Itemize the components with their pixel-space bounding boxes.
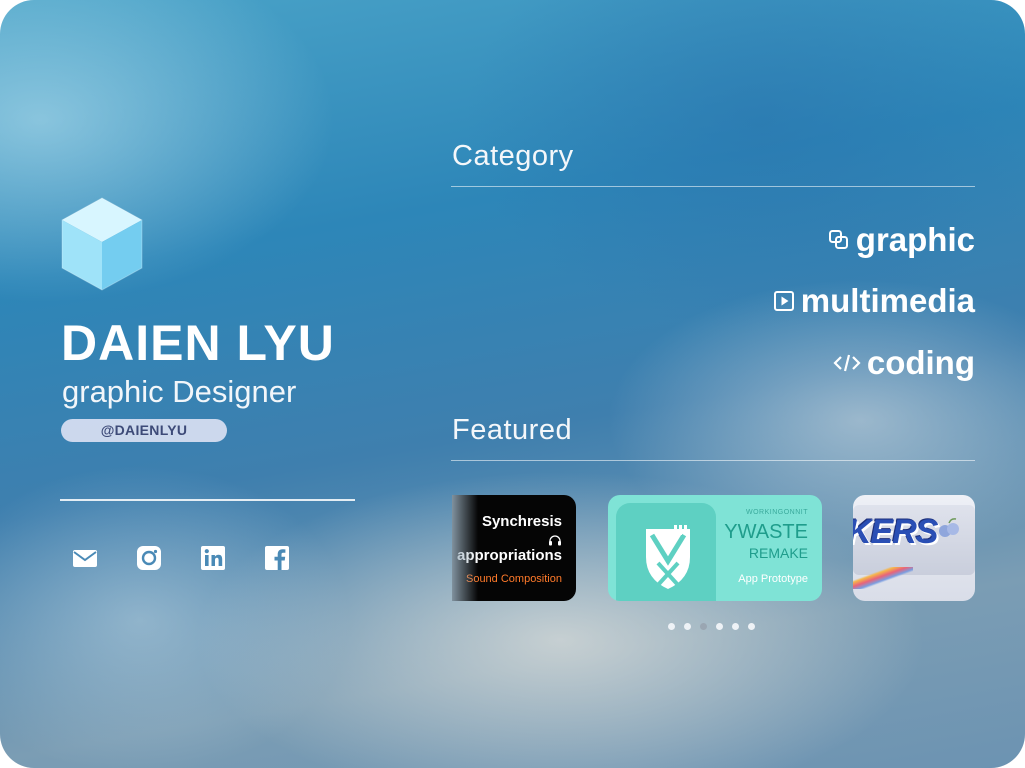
category-item-coding[interactable]: coding bbox=[833, 343, 975, 383]
featured-carousel[interactable]: Synchresis appropriations Sound Composit… bbox=[452, 495, 975, 601]
featured-card-synchresis[interactable]: Synchresis appropriations Sound Composit… bbox=[452, 495, 576, 601]
cube-icon bbox=[60, 196, 144, 292]
app-icon-tile bbox=[616, 503, 716, 601]
instagram-icon[interactable] bbox=[135, 544, 163, 572]
category-label: multimedia bbox=[800, 282, 975, 319]
pager-dot[interactable] bbox=[668, 623, 675, 630]
card-edge-fade bbox=[452, 495, 478, 601]
pager-dot-active[interactable] bbox=[700, 623, 707, 630]
featured-card-ywaste[interactable]: WORKINGONNIT YWASTE REMAKE App Prototype bbox=[608, 495, 822, 601]
category-item-multimedia[interactable]: multimedia bbox=[773, 281, 975, 321]
pager-dot[interactable] bbox=[748, 623, 755, 630]
portfolio-window: DAIEN LYU graphic Designer @DAIENLYU Cat… bbox=[0, 0, 1025, 768]
featured-divider bbox=[451, 460, 975, 461]
headphones-icon bbox=[548, 533, 562, 546]
category-divider bbox=[451, 186, 975, 187]
linkedin-icon[interactable] bbox=[199, 544, 227, 572]
profile-handle-badge[interactable]: @DAIENLYU bbox=[61, 419, 227, 442]
profile-divider bbox=[60, 499, 355, 501]
play-square-icon bbox=[773, 290, 795, 312]
profile-role: graphic Designer bbox=[62, 374, 297, 409]
code-brackets-icon bbox=[833, 352, 861, 374]
card-tag: Sound Composition bbox=[465, 573, 562, 585]
category-label: graphic bbox=[855, 221, 975, 258]
profile-name: DAIEN LYU bbox=[61, 315, 335, 371]
snack-logo: KERS bbox=[853, 513, 938, 551]
pager-dot[interactable] bbox=[732, 623, 739, 630]
card-tag: App Prototype bbox=[738, 573, 808, 585]
snack-stripe bbox=[853, 567, 913, 589]
featured-heading: Featured bbox=[452, 414, 573, 446]
copy-squares-icon bbox=[828, 229, 850, 251]
category-heading: Category bbox=[452, 140, 574, 172]
carousel-pager[interactable] bbox=[668, 623, 755, 630]
card-title: YWASTE bbox=[724, 521, 808, 543]
featured-card-snack[interactable]: KERS bbox=[853, 495, 975, 601]
category-item-graphic[interactable]: graphic bbox=[828, 220, 975, 260]
pager-dot[interactable] bbox=[716, 623, 723, 630]
card-caption: WORKINGONNIT bbox=[746, 509, 808, 516]
facebook-icon[interactable] bbox=[263, 544, 291, 572]
fork-knife-shield-icon bbox=[646, 525, 690, 589]
card-title: Synchresis bbox=[481, 513, 562, 530]
card-subtitle: REMAKE bbox=[748, 545, 808, 561]
category-label: coding bbox=[866, 344, 975, 381]
mail-icon[interactable] bbox=[71, 544, 99, 572]
berries-icon bbox=[939, 518, 959, 537]
pager-dot[interactable] bbox=[684, 623, 691, 630]
